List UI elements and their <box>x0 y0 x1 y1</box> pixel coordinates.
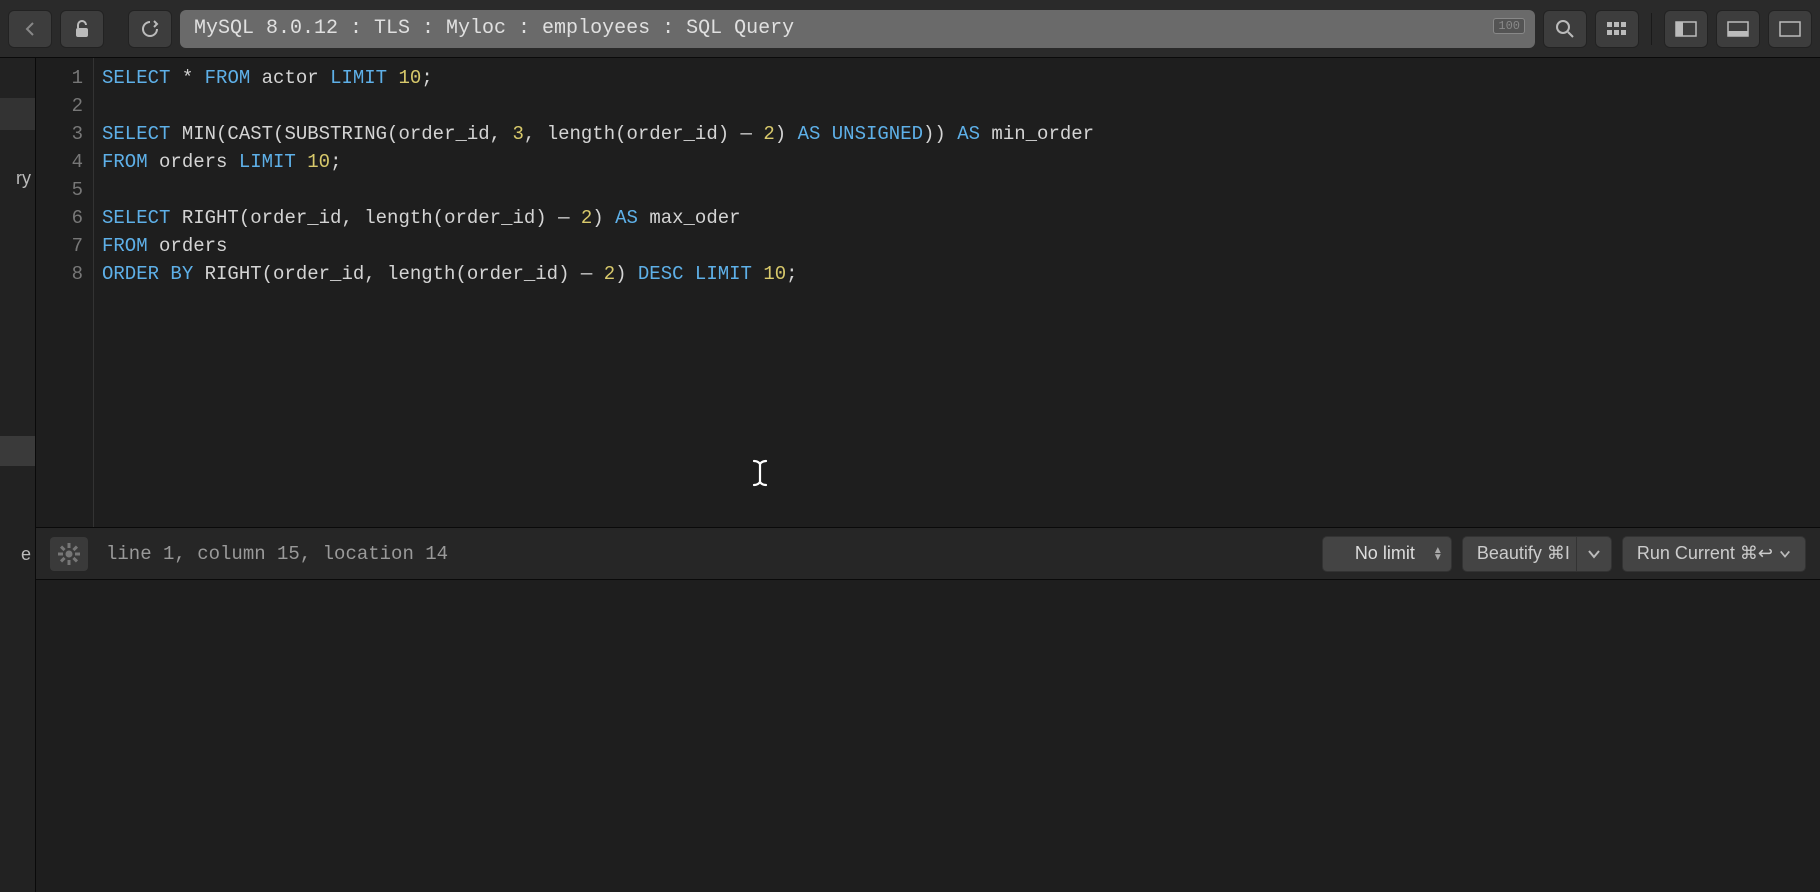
lock-open-icon <box>73 19 91 39</box>
editor-line[interactable]: SELECT RIGHT(order_id, length(order_id) … <box>102 204 1812 232</box>
editor-gutter: 12345678 <box>36 58 94 527</box>
search-icon <box>1555 19 1575 39</box>
chevron-down-icon[interactable] <box>1576 537 1601 571</box>
run-current-label: Run Current ⌘↩ <box>1637 543 1773 564</box>
editor-line[interactable]: ORDER BY RIGHT(order_id, length(order_id… <box>102 260 1812 288</box>
status-actions: No limit ▲▼ Beautify ⌘I Run Current ⌘↩ <box>1322 536 1806 572</box>
panel-right-icon <box>1779 21 1801 37</box>
editor-line[interactable] <box>102 92 1812 120</box>
results-panel <box>36 580 1820 892</box>
limit-dropdown[interactable]: No limit ▲▼ <box>1322 536 1452 572</box>
chevron-down-icon <box>1779 549 1791 559</box>
sidebar: ry e <box>0 58 36 892</box>
grid-icon <box>1607 22 1627 36</box>
sidebar-item-0[interactable] <box>0 98 35 130</box>
chevron-left-icon <box>24 21 36 37</box>
beautify-button[interactable]: Beautify ⌘I <box>1462 536 1612 572</box>
panel-left-icon <box>1675 21 1697 37</box>
reload-icon <box>140 19 160 39</box>
beautify-label: Beautify ⌘I <box>1477 543 1570 564</box>
editor-line[interactable]: SELECT * FROM actor LIMIT 10; <box>102 64 1812 92</box>
search-button[interactable] <box>1543 10 1587 48</box>
sidebar-item-last[interactable]: e <box>0 536 35 572</box>
panel-bottom-button[interactable] <box>1716 10 1760 48</box>
sql-editor[interactable]: 12345678 SELECT * FROM actor LIMIT 10;SE… <box>36 58 1820 528</box>
breadcrumb[interactable]: MySQL 8.0.12 : TLS : Myloc : employees :… <box>180 10 1535 48</box>
gear-icon <box>58 543 80 565</box>
panel-bottom-icon <box>1727 21 1749 37</box>
editor-line[interactable]: FROM orders LIMIT 10; <box>102 148 1812 176</box>
toolbar-right-group <box>1543 10 1812 48</box>
editor-line[interactable]: FROM orders <box>102 232 1812 260</box>
main-area: ry e 12345678 SELECT * FROM actor LIMIT … <box>0 58 1820 892</box>
editor-line[interactable]: SELECT MIN(CAST(SUBSTRING(order_id, 3, l… <box>102 120 1812 148</box>
line-number: 7 <box>36 232 93 260</box>
sidebar-item-1[interactable]: ry <box>0 160 35 196</box>
breadcrumb-text: MySQL 8.0.12 : TLS : Myloc : employees :… <box>194 17 794 40</box>
stepper-icon: ▲▼ <box>1433 547 1443 561</box>
panel-left-button[interactable] <box>1664 10 1708 48</box>
sidebar-item-active[interactable] <box>0 436 35 466</box>
limit-dropdown-label: No limit <box>1355 543 1415 564</box>
editor-status-bar: line 1, column 15, location 14 No limit … <box>36 528 1820 580</box>
breadcrumb-badge: 100 <box>1493 18 1525 34</box>
panel-right-button[interactable] <box>1768 10 1812 48</box>
line-number: 3 <box>36 120 93 148</box>
editor-line[interactable] <box>102 176 1812 204</box>
line-number: 2 <box>36 92 93 120</box>
line-number: 8 <box>36 260 93 288</box>
cursor-position: line 1, column 15, location 14 <box>106 543 1304 565</box>
content-area: 12345678 SELECT * FROM actor LIMIT 10;SE… <box>36 58 1820 892</box>
editor-text[interactable]: SELECT * FROM actor LIMIT 10; SELECT MIN(… <box>94 58 1820 527</box>
line-number: 5 <box>36 176 93 204</box>
grid-button[interactable] <box>1595 10 1639 48</box>
line-number: 6 <box>36 204 93 232</box>
settings-button[interactable] <box>50 537 88 571</box>
line-number: 4 <box>36 148 93 176</box>
run-current-button[interactable]: Run Current ⌘↩ <box>1622 536 1806 572</box>
line-number: 1 <box>36 64 93 92</box>
top-toolbar: MySQL 8.0.12 : TLS : Myloc : employees :… <box>0 0 1820 58</box>
reload-button[interactable] <box>128 10 172 48</box>
back-button[interactable] <box>8 10 52 48</box>
lock-button[interactable] <box>60 10 104 48</box>
